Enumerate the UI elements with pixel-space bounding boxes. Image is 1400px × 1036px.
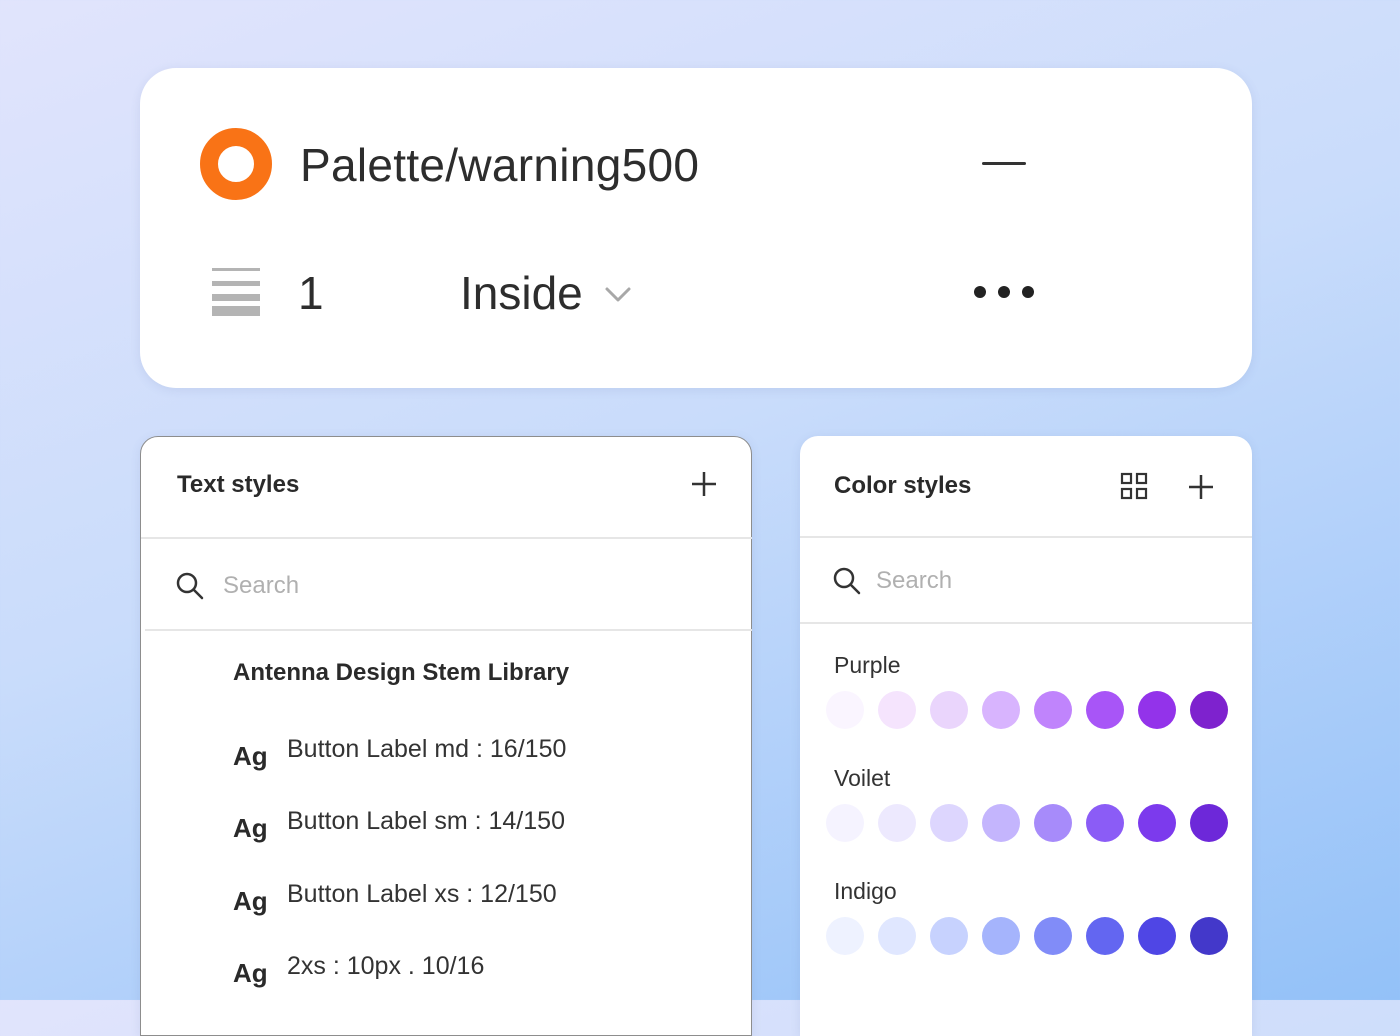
text-sample-glyph: Ag [233,958,268,988]
text-styles-search-input[interactable] [221,567,625,605]
text-styles-panel: Text styles Antenna Design Stem Library … [140,436,752,1036]
text-style-item[interactable]: Ag Button Label md : 16/150 [233,735,713,775]
color-swatch[interactable] [1086,804,1124,842]
color-styles-panel: Color styles Purple Voilet Indigo [800,436,1252,1036]
stroke-weight-icon [212,268,260,316]
color-swatch[interactable] [1034,691,1072,729]
color-group-name: Indigo [834,878,897,904]
text-sample-glyph: Ag [233,886,268,916]
color-group-name: Voilet [834,765,891,791]
divider [800,622,1252,624]
color-swatch[interactable] [1190,804,1228,842]
color-styles-title: Color styles [834,472,972,499]
search-icon [176,572,204,600]
color-swatch-row [826,917,1236,957]
color-swatch[interactable] [982,804,1020,842]
text-style-item[interactable]: Ag 2xs : 10px . 10/16 [233,952,713,992]
text-style-label: Button Label md : 16/150 [287,735,567,763]
library-name: Antenna Design Stem Library [233,659,570,686]
stroke-card [140,68,1252,388]
text-styles-title: Text styles [177,471,300,498]
text-style-label: Button Label xs : 12/150 [287,880,557,908]
add-text-style-icon[interactable] [689,469,719,499]
color-styles-search-input[interactable] [874,562,1218,600]
color-swatch[interactable] [982,691,1020,729]
stroke-align-label: Inside [460,267,583,319]
color-swatch-row [826,691,1236,731]
divider [800,536,1252,538]
color-swatch[interactable] [1190,691,1228,729]
stroke-style-name[interactable]: Palette/warning500 [300,138,699,192]
color-swatch[interactable] [930,917,968,955]
color-swatch[interactable] [878,804,916,842]
color-swatch[interactable] [982,917,1020,955]
text-style-label: 2xs : 10px . 10/16 [287,952,485,980]
text-style-item[interactable]: Ag Button Label sm : 14/150 [233,807,713,847]
stroke-weight-value[interactable]: 1 [298,266,324,320]
text-style-item[interactable]: Ag Button Label xs : 12/150 [233,880,713,920]
color-swatch-row [826,804,1236,844]
color-swatch[interactable] [1086,691,1124,729]
color-swatch[interactable] [1138,691,1176,729]
text-sample-glyph: Ag [233,813,268,843]
divider [145,629,752,631]
stroke-align-dropdown[interactable]: Inside [460,264,631,322]
divider [141,537,752,539]
color-swatch[interactable] [1086,917,1124,955]
color-swatch[interactable] [1138,917,1176,955]
ring-color-icon[interactable] [200,128,272,200]
color-swatch[interactable] [878,917,916,955]
chevron-down-icon [605,287,631,302]
color-swatch[interactable] [1034,917,1072,955]
minus-icon [982,162,1026,165]
color-swatch[interactable] [826,917,864,955]
text-style-label: Button Label sm : 14/150 [287,807,565,835]
color-swatch[interactable] [930,691,968,729]
color-swatch[interactable] [930,804,968,842]
remove-stroke-button[interactable] [974,146,1034,182]
color-swatch[interactable] [1138,804,1176,842]
color-swatch[interactable] [826,691,864,729]
text-sample-glyph: Ag [233,741,268,771]
color-swatch[interactable] [826,804,864,842]
color-group-name: Purple [834,652,901,678]
color-swatch[interactable] [878,691,916,729]
search-icon [833,567,861,595]
add-color-style-icon[interactable] [1186,472,1216,502]
color-swatch[interactable] [1034,804,1072,842]
grid-view-icon[interactable] [1120,472,1148,500]
more-options-button[interactable] [966,276,1042,308]
color-swatch[interactable] [1190,917,1228,955]
